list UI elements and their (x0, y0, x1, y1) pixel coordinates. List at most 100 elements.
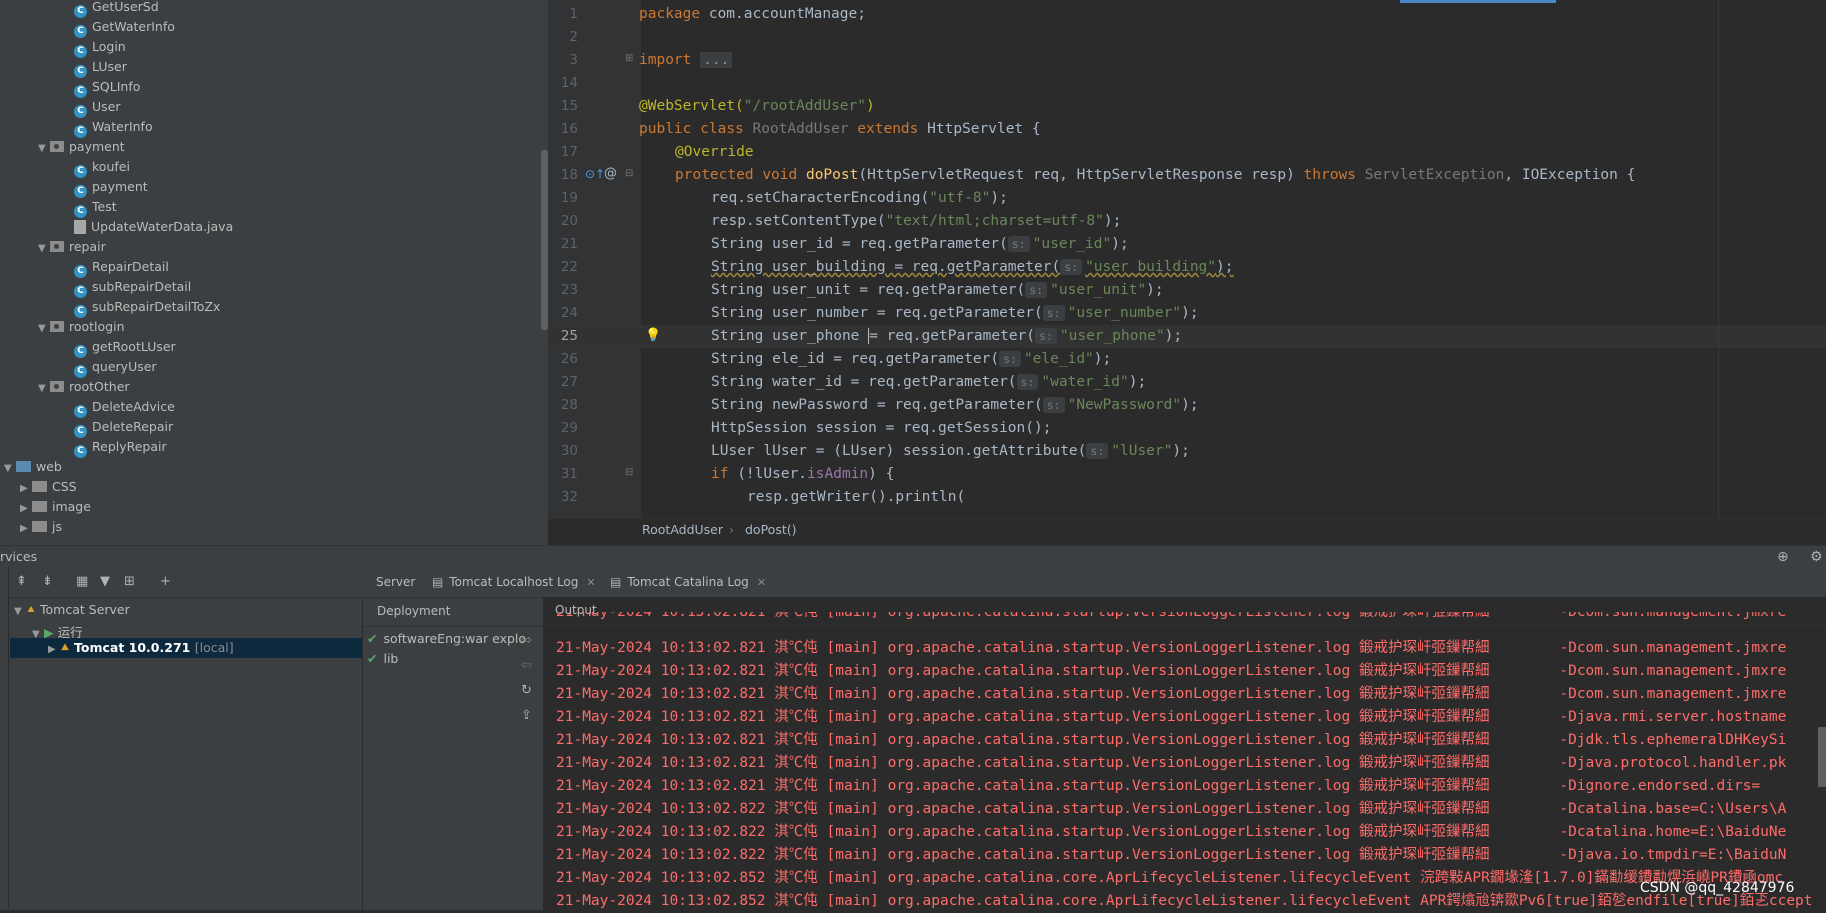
tree-item[interactable]: C Test (74, 197, 117, 218)
tree-item[interactable]: C DeleteAdvice (74, 397, 175, 418)
tree-folder[interactable]: ▶ js (20, 517, 62, 537)
close-icon[interactable]: ✕ (586, 576, 595, 589)
tree-package[interactable]: ▼ payment (38, 137, 125, 157)
chevron-right-icon[interactable]: ▶ (20, 479, 32, 499)
tree-scrollbar[interactable] (541, 150, 548, 330)
tree-tomcat-server[interactable]: ▼ ⯅ Tomcat Server (14, 602, 130, 618)
fold-icon[interactable]: ⊞ (625, 53, 633, 64)
code-line: String user_number = req.getParameter(s:… (711, 305, 1199, 321)
chevron-right-icon[interactable]: ▶ (20, 499, 32, 519)
code-line: String newPassword = req.getParameter(s:… (711, 397, 1199, 413)
deploy-icon[interactable]: ⇨ (521, 633, 532, 648)
log-line: 21-May-2024 10:13:02.822 淇℃伅 [main] org.… (556, 824, 1787, 840)
fold-icon[interactable]: ⊟ (625, 467, 633, 478)
divider (543, 625, 1826, 626)
tree-folder[interactable]: ▶ CSS (20, 477, 77, 497)
tab-tomcat-localhost-log[interactable]: ▤ Tomcat Localhost Log ✕ (432, 567, 596, 597)
chevron-down-icon[interactable]: ▼ (14, 606, 26, 617)
line-number: 21 (560, 236, 578, 252)
tree-item[interactable]: UpdateWaterData.java (74, 217, 233, 237)
deployment-header: Deployment (377, 604, 451, 618)
log-line: 21-May-2024 10:13:02.822 淇℃伅 [main] org.… (556, 801, 1787, 817)
log-line: 21-May-2024 10:13:02.822 淇℃伅 [main] org.… (556, 847, 1787, 863)
code-line-current: String user_phone = req.getParameter(s: "… (711, 328, 1183, 344)
package-icon (50, 321, 64, 332)
tree-tomcat-instance[interactable]: ▶ ⯅ Tomcat 10.0.271 [local] (48, 640, 234, 656)
gear-icon[interactable]: ⚙ (1810, 546, 1823, 568)
log-line: 21-May-2024 10:13:02.821 淇℃伅 [main] org.… (556, 640, 1787, 656)
chevron-right-icon[interactable]: ▶ (20, 519, 32, 539)
output-scrollbar[interactable] (1818, 727, 1826, 787)
log-icon: ▤ (432, 575, 444, 589)
refresh-icon[interactable]: ↻ (521, 683, 532, 698)
check-icon: ✔ (367, 631, 378, 646)
annotation-icon[interactable]: @ (604, 166, 617, 181)
tree-item[interactable]: Cpayment (74, 177, 148, 198)
redeploy-icon[interactable]: ⇪ (521, 708, 532, 723)
tree-item[interactable]: C GetUserSd (74, 0, 159, 18)
tree-item[interactable]: CsubRepairDetailToZx (74, 297, 220, 318)
chevron-right-icon[interactable]: ▶ (48, 644, 60, 655)
tree-item[interactable]: C ReplyRepair (74, 437, 167, 458)
services-left-strip (0, 567, 9, 909)
tree-item[interactable]: C DeleteRepair (74, 417, 173, 438)
tree-package[interactable]: ▼ rootlogin (38, 317, 125, 337)
filter-icon[interactable]: ▼ (100, 574, 110, 589)
collapse-all-icon[interactable]: ⇟ (42, 574, 53, 589)
line-number: 27 (560, 374, 578, 390)
tree-folder[interactable]: ▼ web (4, 457, 62, 477)
tree-package[interactable]: ▼ rootOther (38, 377, 130, 397)
close-icon[interactable]: ✕ (757, 576, 766, 589)
chevron-down-icon[interactable]: ▼ (38, 239, 50, 259)
lightbulb-icon[interactable]: 💡 (645, 328, 661, 343)
code-line: String user_building = req.getParameter(… (711, 259, 1234, 275)
chevron-down-icon[interactable]: ▼ (38, 139, 50, 159)
tree-folder[interactable]: ▶ image (20, 497, 91, 517)
new-tab-icon[interactable]: ⊞ (124, 574, 135, 589)
expand-all-icon[interactable]: ⇞ (16, 574, 27, 589)
tree-item[interactable]: C WaterInfo (74, 117, 153, 138)
chevron-down-icon[interactable]: ▼ (4, 459, 16, 479)
fold-icon[interactable]: ⊟ (625, 168, 633, 179)
deployment-item[interactable]: ✔ softwareEng:war explo (367, 629, 526, 649)
tree-item[interactable]: CqueryUser (74, 357, 157, 378)
package-icon (50, 381, 64, 392)
deployment-item[interactable]: ✔ lib (367, 649, 398, 669)
param-hint: s: (1025, 282, 1048, 298)
log-line: 21-May-2024 10:13:02.821 淇℃伅 [main] org.… (556, 755, 1787, 771)
log-line: 21-May-2024 10:13:02.852 淇℃伅 [main] org.… (556, 870, 1784, 886)
log-icon: ▤ (610, 575, 622, 589)
tree-item[interactable]: C SQLInfo (74, 77, 140, 98)
tree-item[interactable]: CgetRootLUser (74, 337, 176, 358)
breadcrumb-method[interactable]: doPost() (745, 519, 797, 541)
tree-item[interactable]: C User (74, 97, 121, 118)
tree-item[interactable]: C RepairDetail (74, 257, 169, 278)
tree-item[interactable]: Ckoufei (74, 157, 130, 178)
undeploy-icon[interactable]: ⇦ (521, 658, 532, 673)
settings-globe-icon[interactable]: ⊕ (1777, 546, 1789, 568)
override-icon[interactable]: ⊙↑ (585, 167, 605, 181)
breadcrumb-class[interactable]: RootAddUser (642, 519, 723, 541)
chevron-down-icon[interactable]: ▼ (38, 379, 50, 399)
code-line: protected void doPost(HttpServletRequest… (675, 167, 1636, 183)
code-line: @WebServlet("/rootAddUser") (639, 98, 875, 114)
tree-item[interactable]: CsubRepairDetail (74, 277, 191, 298)
tomcat-running-icon: ⯅ (60, 640, 71, 655)
code-line: String user_unit = req.getParameter(s: "u… (711, 282, 1164, 298)
line-number: 22 (560, 259, 578, 275)
tree-package[interactable]: ▼ repair (38, 237, 106, 257)
tree-item[interactable]: C LUser (74, 57, 127, 78)
folded-imports[interactable]: ... (700, 52, 733, 68)
log-line: 21-May-2024 10:13:02.821 淇℃伅 [main] org.… (556, 686, 1787, 702)
tab-server[interactable]: Server (376, 567, 415, 597)
tree-item[interactable]: C Login (74, 37, 126, 58)
line-number: 20 (560, 213, 578, 229)
chevron-down-icon[interactable]: ▼ (38, 319, 50, 339)
group-icon[interactable]: ▦ (76, 574, 88, 589)
code-line: String water_id = req.getParameter(s: "wa… (711, 374, 1147, 390)
add-icon[interactable]: + (160, 574, 171, 589)
tree-item[interactable]: C GetWaterInfo (74, 17, 175, 38)
services-toolbar (0, 567, 362, 597)
active-tab-indicator (1400, 0, 1556, 3)
tab-tomcat-catalina-log[interactable]: ▤ Tomcat Catalina Log ✕ (610, 567, 766, 597)
